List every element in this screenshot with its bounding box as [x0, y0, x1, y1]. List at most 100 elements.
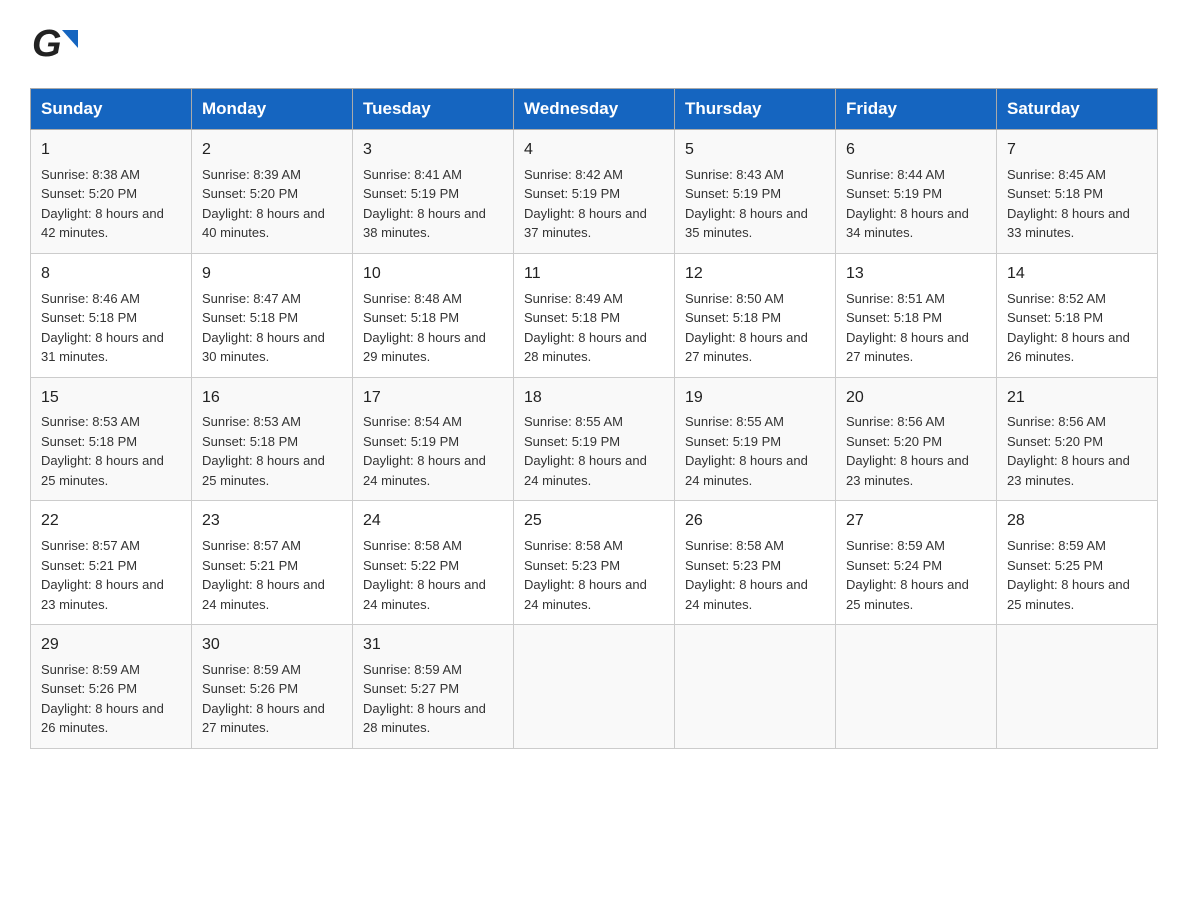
calendar-cell: 5Sunrise: 8:43 AMSunset: 5:19 PMDaylight… — [675, 130, 836, 254]
weekday-header-monday: Monday — [192, 89, 353, 130]
day-info: Sunrise: 8:56 AMSunset: 5:20 PMDaylight:… — [846, 412, 986, 490]
calendar-body: 1Sunrise: 8:38 AMSunset: 5:20 PMDaylight… — [31, 130, 1158, 749]
day-number: 31 — [363, 633, 503, 658]
day-number: 5 — [685, 138, 825, 163]
day-info: Sunrise: 8:47 AMSunset: 5:18 PMDaylight:… — [202, 289, 342, 367]
logo: G — [30, 20, 80, 68]
calendar-table: SundayMondayTuesdayWednesdayThursdayFrid… — [30, 88, 1158, 749]
day-info: Sunrise: 8:41 AMSunset: 5:19 PMDaylight:… — [363, 165, 503, 243]
day-info: Sunrise: 8:43 AMSunset: 5:19 PMDaylight:… — [685, 165, 825, 243]
logo-icon: G — [30, 20, 78, 68]
calendar-cell: 2Sunrise: 8:39 AMSunset: 5:20 PMDaylight… — [192, 130, 353, 254]
day-number: 28 — [1007, 509, 1147, 534]
calendar-cell: 26Sunrise: 8:58 AMSunset: 5:23 PMDayligh… — [675, 501, 836, 625]
calendar-cell — [514, 625, 675, 749]
day-number: 16 — [202, 386, 342, 411]
calendar-cell: 22Sunrise: 8:57 AMSunset: 5:21 PMDayligh… — [31, 501, 192, 625]
day-info: Sunrise: 8:39 AMSunset: 5:20 PMDaylight:… — [202, 165, 342, 243]
calendar-cell: 20Sunrise: 8:56 AMSunset: 5:20 PMDayligh… — [836, 377, 997, 501]
calendar-week-2: 8Sunrise: 8:46 AMSunset: 5:18 PMDaylight… — [31, 253, 1158, 377]
calendar-cell: 4Sunrise: 8:42 AMSunset: 5:19 PMDaylight… — [514, 130, 675, 254]
day-number: 10 — [363, 262, 503, 287]
day-number: 14 — [1007, 262, 1147, 287]
day-number: 22 — [41, 509, 181, 534]
page-header: G — [30, 20, 1158, 68]
day-number: 17 — [363, 386, 503, 411]
day-number: 12 — [685, 262, 825, 287]
calendar-cell: 1Sunrise: 8:38 AMSunset: 5:20 PMDaylight… — [31, 130, 192, 254]
day-number: 13 — [846, 262, 986, 287]
calendar-cell: 27Sunrise: 8:59 AMSunset: 5:24 PMDayligh… — [836, 501, 997, 625]
day-info: Sunrise: 8:46 AMSunset: 5:18 PMDaylight:… — [41, 289, 181, 367]
day-number: 1 — [41, 138, 181, 163]
day-number: 3 — [363, 138, 503, 163]
day-number: 15 — [41, 386, 181, 411]
day-info: Sunrise: 8:58 AMSunset: 5:23 PMDaylight:… — [685, 536, 825, 614]
calendar-week-5: 29Sunrise: 8:59 AMSunset: 5:26 PMDayligh… — [31, 625, 1158, 749]
calendar-cell: 14Sunrise: 8:52 AMSunset: 5:18 PMDayligh… — [997, 253, 1158, 377]
weekday-header-tuesday: Tuesday — [353, 89, 514, 130]
calendar-week-1: 1Sunrise: 8:38 AMSunset: 5:20 PMDaylight… — [31, 130, 1158, 254]
weekday-header-friday: Friday — [836, 89, 997, 130]
day-info: Sunrise: 8:38 AMSunset: 5:20 PMDaylight:… — [41, 165, 181, 243]
day-info: Sunrise: 8:59 AMSunset: 5:24 PMDaylight:… — [846, 536, 986, 614]
calendar-cell: 8Sunrise: 8:46 AMSunset: 5:18 PMDaylight… — [31, 253, 192, 377]
day-info: Sunrise: 8:51 AMSunset: 5:18 PMDaylight:… — [846, 289, 986, 367]
calendar-cell — [675, 625, 836, 749]
day-number: 4 — [524, 138, 664, 163]
day-number: 29 — [41, 633, 181, 658]
day-number: 6 — [846, 138, 986, 163]
day-info: Sunrise: 8:58 AMSunset: 5:23 PMDaylight:… — [524, 536, 664, 614]
calendar-cell: 25Sunrise: 8:58 AMSunset: 5:23 PMDayligh… — [514, 501, 675, 625]
calendar-cell: 21Sunrise: 8:56 AMSunset: 5:20 PMDayligh… — [997, 377, 1158, 501]
day-info: Sunrise: 8:59 AMSunset: 5:27 PMDaylight:… — [363, 660, 503, 738]
calendar-cell: 7Sunrise: 8:45 AMSunset: 5:18 PMDaylight… — [997, 130, 1158, 254]
day-info: Sunrise: 8:48 AMSunset: 5:18 PMDaylight:… — [363, 289, 503, 367]
calendar-cell: 15Sunrise: 8:53 AMSunset: 5:18 PMDayligh… — [31, 377, 192, 501]
day-info: Sunrise: 8:52 AMSunset: 5:18 PMDaylight:… — [1007, 289, 1147, 367]
weekday-header-sunday: Sunday — [31, 89, 192, 130]
day-info: Sunrise: 8:58 AMSunset: 5:22 PMDaylight:… — [363, 536, 503, 614]
weekday-header-wednesday: Wednesday — [514, 89, 675, 130]
calendar-week-4: 22Sunrise: 8:57 AMSunset: 5:21 PMDayligh… — [31, 501, 1158, 625]
day-info: Sunrise: 8:53 AMSunset: 5:18 PMDaylight:… — [41, 412, 181, 490]
day-info: Sunrise: 8:55 AMSunset: 5:19 PMDaylight:… — [685, 412, 825, 490]
weekday-header-thursday: Thursday — [675, 89, 836, 130]
calendar-cell: 17Sunrise: 8:54 AMSunset: 5:19 PMDayligh… — [353, 377, 514, 501]
day-number: 21 — [1007, 386, 1147, 411]
day-number: 8 — [41, 262, 181, 287]
day-info: Sunrise: 8:55 AMSunset: 5:19 PMDaylight:… — [524, 412, 664, 490]
day-info: Sunrise: 8:53 AMSunset: 5:18 PMDaylight:… — [202, 412, 342, 490]
day-info: Sunrise: 8:59 AMSunset: 5:25 PMDaylight:… — [1007, 536, 1147, 614]
calendar-cell: 24Sunrise: 8:58 AMSunset: 5:22 PMDayligh… — [353, 501, 514, 625]
calendar-cell: 13Sunrise: 8:51 AMSunset: 5:18 PMDayligh… — [836, 253, 997, 377]
day-info: Sunrise: 8:49 AMSunset: 5:18 PMDaylight:… — [524, 289, 664, 367]
calendar-cell: 23Sunrise: 8:57 AMSunset: 5:21 PMDayligh… — [192, 501, 353, 625]
day-info: Sunrise: 8:56 AMSunset: 5:20 PMDaylight:… — [1007, 412, 1147, 490]
day-number: 2 — [202, 138, 342, 163]
day-number: 27 — [846, 509, 986, 534]
calendar-cell: 12Sunrise: 8:50 AMSunset: 5:18 PMDayligh… — [675, 253, 836, 377]
calendar-cell: 11Sunrise: 8:49 AMSunset: 5:18 PMDayligh… — [514, 253, 675, 377]
day-number: 26 — [685, 509, 825, 534]
day-number: 11 — [524, 262, 664, 287]
svg-text:G: G — [32, 23, 62, 65]
calendar-cell: 10Sunrise: 8:48 AMSunset: 5:18 PMDayligh… — [353, 253, 514, 377]
day-info: Sunrise: 8:59 AMSunset: 5:26 PMDaylight:… — [202, 660, 342, 738]
day-number: 9 — [202, 262, 342, 287]
calendar-cell: 3Sunrise: 8:41 AMSunset: 5:19 PMDaylight… — [353, 130, 514, 254]
day-number: 30 — [202, 633, 342, 658]
calendar-cell: 30Sunrise: 8:59 AMSunset: 5:26 PMDayligh… — [192, 625, 353, 749]
day-info: Sunrise: 8:42 AMSunset: 5:19 PMDaylight:… — [524, 165, 664, 243]
day-number: 23 — [202, 509, 342, 534]
calendar-cell: 16Sunrise: 8:53 AMSunset: 5:18 PMDayligh… — [192, 377, 353, 501]
day-number: 7 — [1007, 138, 1147, 163]
calendar-cell: 6Sunrise: 8:44 AMSunset: 5:19 PMDaylight… — [836, 130, 997, 254]
calendar-cell: 9Sunrise: 8:47 AMSunset: 5:18 PMDaylight… — [192, 253, 353, 377]
calendar-cell: 31Sunrise: 8:59 AMSunset: 5:27 PMDayligh… — [353, 625, 514, 749]
calendar-header: SundayMondayTuesdayWednesdayThursdayFrid… — [31, 89, 1158, 130]
day-info: Sunrise: 8:59 AMSunset: 5:26 PMDaylight:… — [41, 660, 181, 738]
day-number: 18 — [524, 386, 664, 411]
calendar-cell: 29Sunrise: 8:59 AMSunset: 5:26 PMDayligh… — [31, 625, 192, 749]
day-info: Sunrise: 8:54 AMSunset: 5:19 PMDaylight:… — [363, 412, 503, 490]
